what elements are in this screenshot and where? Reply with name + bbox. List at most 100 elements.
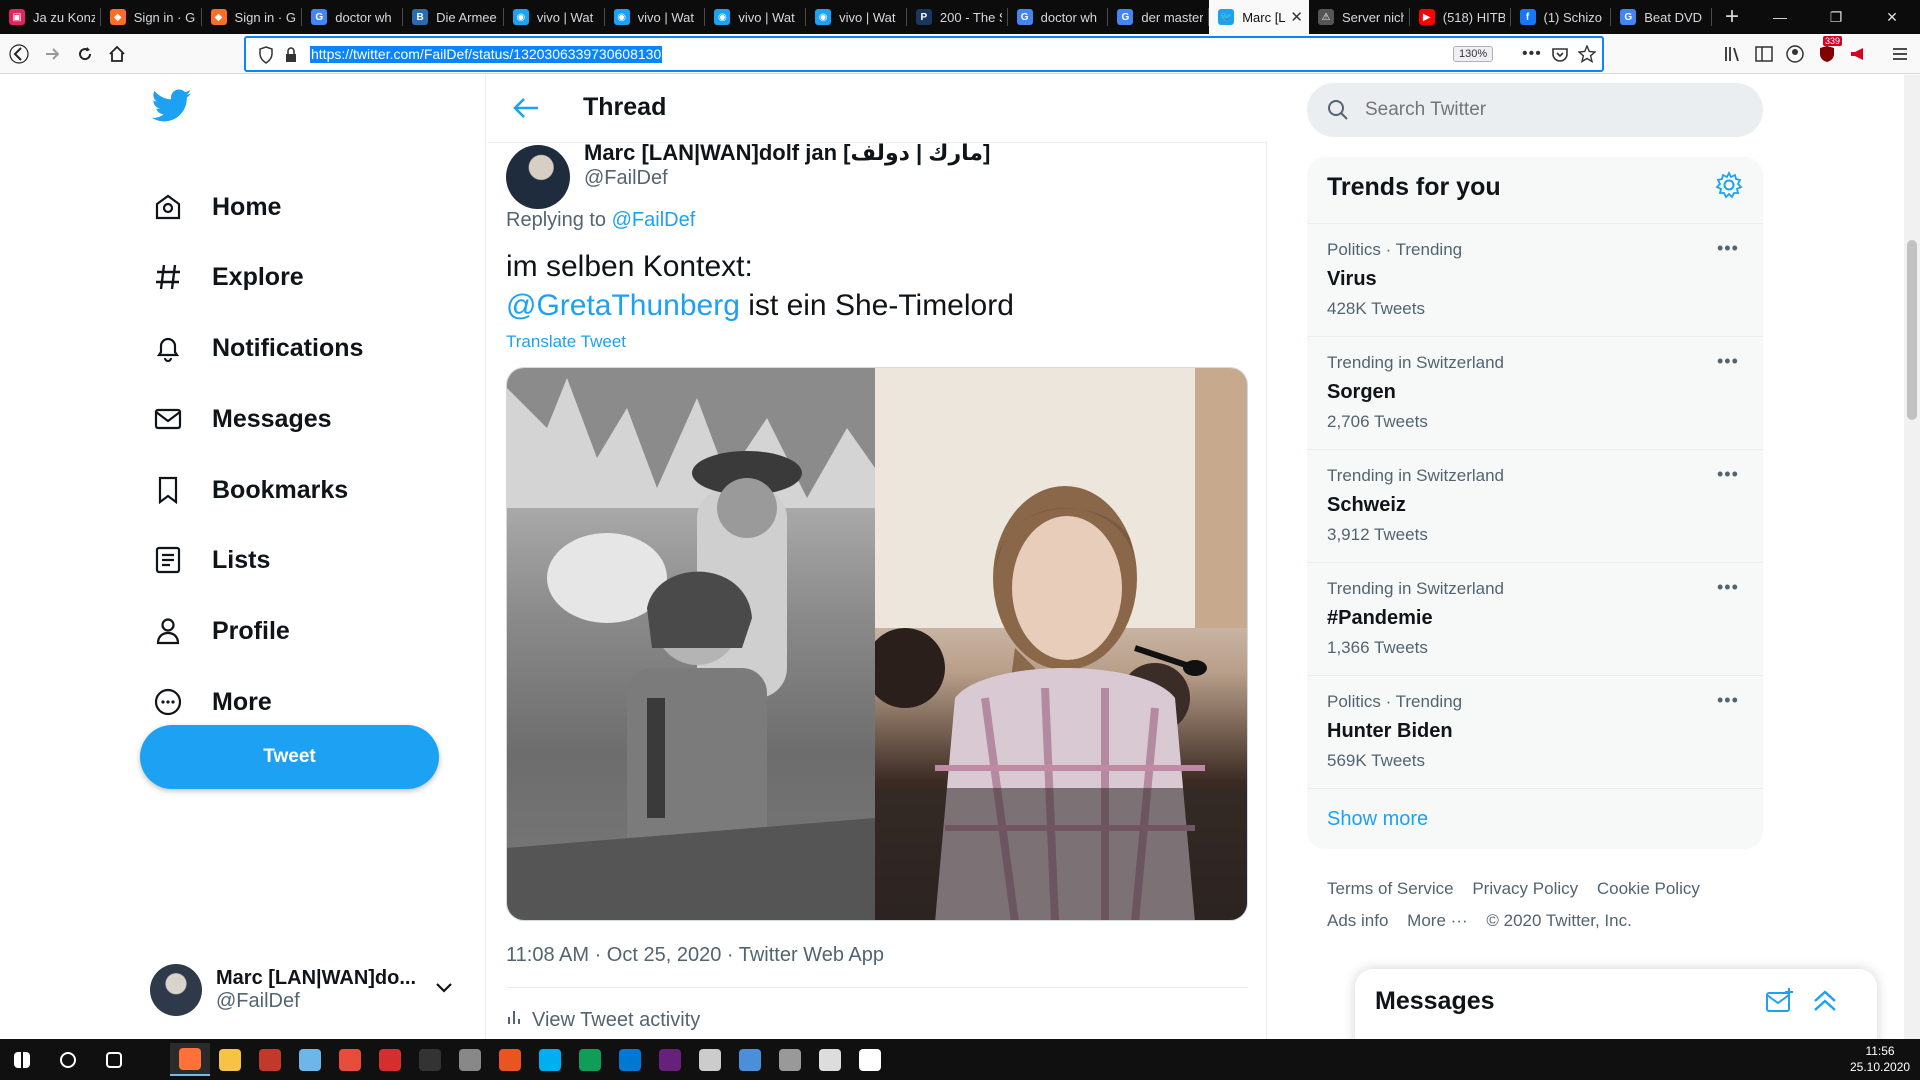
reload-icon[interactable] [70, 39, 100, 69]
taskbar-search-icon[interactable] [48, 1043, 88, 1076]
trend-item[interactable]: Politics · Trending Hunter Biden 569K Tw… [1307, 675, 1763, 788]
avatar[interactable] [506, 145, 570, 209]
browser-tab[interactable]: ◉ vivo | Wat [806, 0, 907, 34]
search-input[interactable] [1365, 99, 1725, 121]
author-name[interactable]: Marc [LAN|WAN]dolf jan [مارك | دولف] [584, 140, 990, 166]
browser-tab[interactable]: ◆ Sign in · Gi [101, 0, 202, 34]
tweet-button[interactable]: Tweet [140, 725, 439, 789]
browser-tab[interactable]: 🐦 Marc [L ✕ [1209, 0, 1309, 34]
close-window-icon[interactable]: ✕ [1864, 0, 1920, 34]
taskbar-visual-studio-icon[interactable] [650, 1043, 690, 1076]
account-icon[interactable] [1785, 44, 1805, 64]
browser-tab[interactable]: ▶ (518) HITB [1410, 0, 1511, 34]
more-options-icon[interactable]: ••• [1717, 464, 1739, 485]
megaphone-icon[interactable] [1848, 44, 1868, 64]
nav-item-bookmarks[interactable]: Bookmarks [150, 465, 348, 515]
minimize-icon[interactable]: — [1752, 0, 1808, 34]
browser-tab[interactable]: Gder master [1108, 0, 1209, 34]
more-options-icon[interactable]: ••• [1717, 577, 1739, 598]
taskbar-app-blue-icon[interactable] [290, 1043, 330, 1076]
ads-info-link[interactable]: Ads info [1327, 905, 1388, 937]
zoom-level[interactable]: 130% [1453, 46, 1494, 62]
taskbar-app-hex-icon[interactable] [370, 1043, 410, 1076]
cookie-link[interactable]: Cookie Policy [1597, 873, 1700, 905]
url-text[interactable]: https://twitter.com/FailDef/status/13203… [310, 46, 663, 63]
author-handle[interactable]: @FailDef [584, 167, 668, 190]
taskbar-app-arrows-icon[interactable] [730, 1043, 770, 1076]
nav-item-messages[interactable]: Messages [150, 394, 332, 444]
taskbar-explorer-icon[interactable] [210, 1043, 250, 1076]
view-tweet-activity[interactable]: View Tweet activity [506, 1008, 700, 1032]
more-options-icon[interactable]: ••• [1717, 351, 1739, 372]
page-scrollbar[interactable] [1904, 75, 1920, 1039]
home-icon[interactable] [102, 39, 132, 69]
ublock-icon[interactable]: 339 [1817, 36, 1843, 64]
historic-photo[interactable] [507, 368, 875, 920]
pocket-icon[interactable] [1551, 46, 1569, 69]
back-arrow-icon[interactable] [4, 39, 34, 69]
trend-item[interactable]: Trending in Switzerland Schweiz 3,912 Tw… [1307, 449, 1763, 562]
browser-tab[interactable]: ◆ Sign in · Gi [202, 0, 303, 34]
taskbar-skype-icon[interactable] [530, 1043, 570, 1076]
taskbar-app-diamond-icon[interactable] [810, 1043, 850, 1076]
sidebar-icon[interactable] [1754, 44, 1774, 64]
nav-item-home[interactable]: Home [150, 182, 281, 232]
taskbar-app-window-icon[interactable] [850, 1043, 890, 1076]
tweet-timestamp[interactable]: 11:08 AM · Oct 25, 2020 · Twitter Web Ap… [506, 944, 884, 967]
browser-tab[interactable]: Gdoctor wh [1008, 0, 1109, 34]
nav-item-more[interactable]: More [150, 677, 272, 727]
messages-drawer[interactable]: Messages [1355, 969, 1877, 1039]
account-switcher[interactable]: Marc [LAN|WAN]do... @FailDef [150, 960, 470, 1020]
twitter-logo-icon[interactable] [151, 89, 192, 128]
translate-tweet-link[interactable]: Translate Tweet [506, 332, 626, 352]
taskbar-app-box-icon[interactable] [770, 1043, 810, 1076]
trend-item[interactable]: Politics · Trending Virus 428K Tweets ••… [1307, 223, 1763, 336]
new-tab-button[interactable]: + [1712, 0, 1752, 34]
nav-item-profile[interactable]: Profile [150, 606, 290, 656]
browser-tab[interactable]: ⚠ Server nich [1309, 0, 1410, 34]
lock-icon[interactable] [284, 46, 298, 69]
modern-photo[interactable] [865, 368, 1247, 920]
privacy-link[interactable]: Privacy Policy [1472, 873, 1578, 905]
close-tab-icon[interactable]: ✕ [1290, 8, 1303, 26]
tweet-image[interactable] [506, 367, 1248, 921]
page-actions-icon[interactable]: ••• [1522, 45, 1542, 63]
browser-tab[interactable]: B Die Armee [403, 0, 504, 34]
url-bar[interactable]: https://twitter.com/FailDef/status/13203… [244, 36, 1604, 72]
replying-to-link[interactable]: @FailDef [612, 209, 696, 231]
library-icon[interactable] [1723, 44, 1743, 64]
taskbar-app-red-icon[interactable] [330, 1043, 370, 1076]
taskbar-app-x-icon[interactable] [690, 1043, 730, 1076]
browser-tab[interactable]: ◉ vivo | Wat [504, 0, 605, 34]
browser-tab[interactable]: P 200 - The S [907, 0, 1008, 34]
browser-tab[interactable]: G Beat DVD [1611, 0, 1712, 34]
terms-link[interactable]: Terms of Service [1327, 873, 1454, 905]
search-box[interactable] [1307, 83, 1763, 137]
restore-icon[interactable]: ❐ [1808, 0, 1864, 34]
taskbar-ubuntu-icon[interactable] [490, 1043, 530, 1076]
trend-item[interactable]: Trending in Switzerland Sorgen 2,706 Twe… [1307, 336, 1763, 449]
taskbar-app-gray-icon[interactable] [450, 1043, 490, 1076]
browser-tab[interactable]: ▣ Ja zu Konze [0, 0, 101, 34]
taskbar-live-icon[interactable] [410, 1043, 450, 1076]
footer-more-link[interactable]: More ··· [1407, 905, 1467, 937]
browser-tab[interactable]: ◉ vivo | Wat [605, 0, 706, 34]
forward-arrow-icon[interactable] [37, 39, 67, 69]
new-message-icon[interactable] [1765, 987, 1795, 1020]
chevron-up-icon[interactable] [1810, 987, 1840, 1020]
taskbar-outlook-icon[interactable] [610, 1043, 650, 1076]
bookmark-star-icon[interactable] [1577, 44, 1597, 68]
taskbar-task-view-icon[interactable] [94, 1043, 134, 1076]
gear-icon[interactable] [1715, 170, 1743, 204]
browser-tab[interactable]: Gdoctor wh [302, 0, 403, 34]
taskbar-firefox-icon[interactable] [170, 1043, 210, 1076]
nav-item-explore[interactable]: Explore [150, 252, 304, 302]
more-options-icon[interactable]: ••• [1717, 690, 1739, 711]
menu-icon[interactable] [1890, 44, 1910, 64]
browser-tab[interactable]: f (1) Schizo [1511, 0, 1612, 34]
browser-tab[interactable]: ◉ vivo | Wat [705, 0, 806, 34]
trend-item[interactable]: Trending in Switzerland #Pandemie 1,366 … [1307, 562, 1763, 675]
scrollbar-thumb[interactable] [1907, 240, 1917, 420]
more-options-icon[interactable]: ••• [1717, 238, 1739, 259]
taskbar-voicemeeter-icon[interactable] [250, 1043, 290, 1076]
